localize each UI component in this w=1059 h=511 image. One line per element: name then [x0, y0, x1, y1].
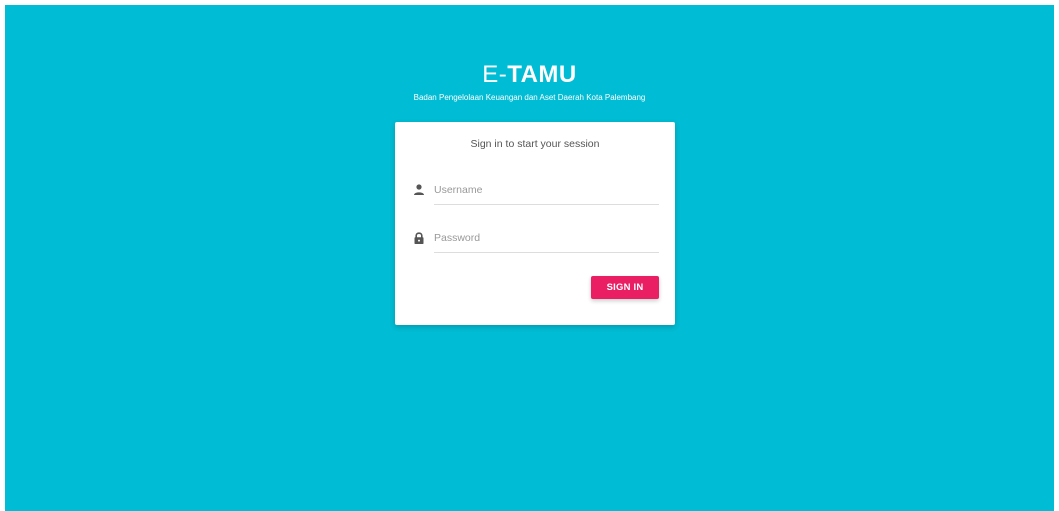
login-card: Sign in to start your session SIGN IN — [395, 122, 675, 325]
app-subtitle: Badan Pengelolaan Keuangan dan Aset Daer… — [413, 93, 646, 102]
page-background: E-TAMU Badan Pengelolaan Keuangan dan As… — [5, 5, 1054, 511]
username-row — [410, 179, 659, 205]
login-box-message: Sign in to start your session — [470, 138, 600, 150]
lock-icon — [413, 231, 425, 245]
password-input[interactable] — [434, 227, 659, 253]
sign-in-button[interactable]: SIGN IN — [591, 276, 659, 299]
app-title-prefix: E- — [482, 61, 508, 88]
username-input[interactable] — [434, 179, 659, 205]
logo-block: E-TAMU Badan Pengelolaan Keuangan dan As… — [5, 61, 1054, 104]
person-icon — [413, 183, 425, 197]
app-title: E-TAMU — [5, 61, 1054, 89]
app-title-bold: TAMU — [507, 61, 577, 88]
password-row — [410, 227, 659, 253]
